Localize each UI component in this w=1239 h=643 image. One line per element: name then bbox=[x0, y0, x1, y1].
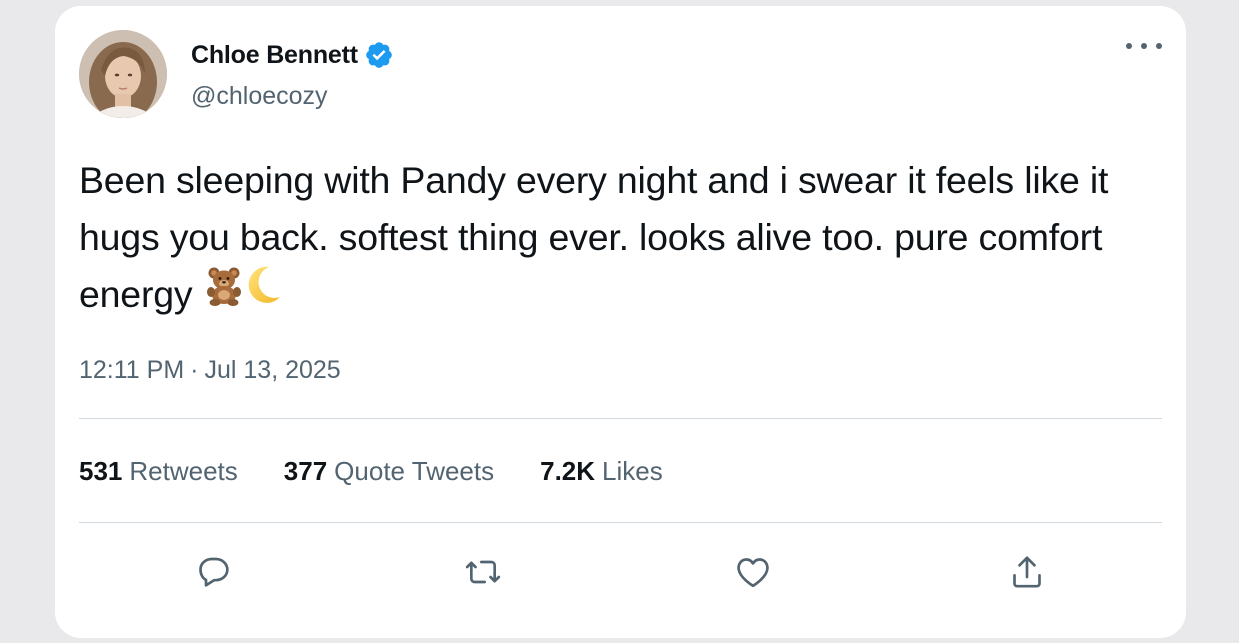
meta-separator: · bbox=[190, 356, 199, 384]
tweet-date: Jul 13, 2025 bbox=[204, 356, 341, 384]
tweet-card: Chloe Bennett @chloecozy Been sleeping w… bbox=[55, 6, 1186, 638]
author-display-name[interactable]: Chloe Bennett bbox=[191, 41, 358, 70]
likes-label: Likes bbox=[602, 456, 663, 486]
likes-count: 7.2K bbox=[540, 456, 596, 486]
quotes-label: Quote Tweets bbox=[334, 456, 495, 486]
verified-badge-icon bbox=[364, 40, 394, 70]
share-icon bbox=[1007, 552, 1047, 597]
author-name-row: Chloe Bennett bbox=[191, 38, 394, 72]
reply-icon bbox=[193, 552, 233, 597]
avatar[interactable] bbox=[79, 30, 167, 118]
divider-top bbox=[79, 418, 1162, 419]
tweet-timestamp[interactable]: 12:11 PM · Jul 13, 2025 bbox=[79, 356, 341, 385]
tweet-time: 12:11 PM bbox=[79, 356, 185, 384]
retweets-stat[interactable]: 531 Retweets bbox=[79, 456, 238, 487]
action-bar bbox=[55, 544, 1186, 604]
divider-bottom bbox=[79, 522, 1162, 523]
tweet-text: Been sleeping with Pandy every night and… bbox=[79, 152, 1174, 323]
retweets-count: 531 bbox=[79, 456, 123, 486]
like-button[interactable] bbox=[723, 544, 783, 604]
retweet-icon bbox=[463, 552, 503, 597]
author-handle[interactable]: @chloecozy bbox=[191, 82, 328, 111]
likes-stat[interactable]: 7.2K Likes bbox=[540, 456, 663, 487]
reply-button[interactable] bbox=[183, 544, 243, 604]
engagement-stats: 531 Retweets 377 Quote Tweets 7.2K Likes bbox=[79, 456, 709, 487]
more-options-icon[interactable] bbox=[1126, 36, 1162, 56]
share-button[interactable] bbox=[997, 544, 1057, 604]
like-icon bbox=[733, 552, 773, 597]
retweet-button[interactable] bbox=[453, 544, 513, 604]
teddy-bear-emoji-icon bbox=[203, 264, 245, 322]
retweets-label: Retweets bbox=[129, 456, 238, 486]
quotes-count: 377 bbox=[283, 456, 328, 486]
quote-tweets-stat[interactable]: 377 Quote Tweets bbox=[284, 456, 494, 487]
crescent-moon-emoji-icon bbox=[245, 264, 283, 322]
